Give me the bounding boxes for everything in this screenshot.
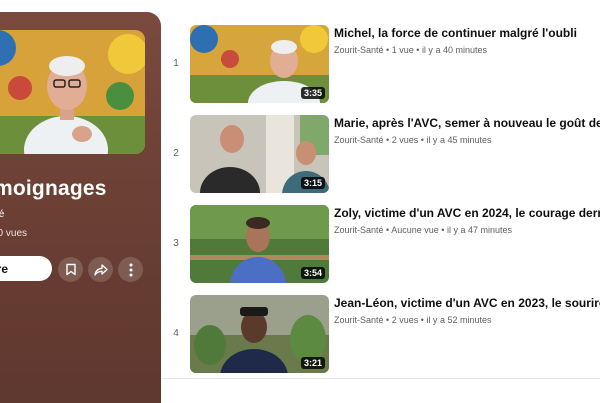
video-index: 4	[173, 328, 179, 339]
meta-separator: •	[386, 45, 390, 55]
share-playlist-button[interactable]	[88, 257, 113, 282]
video-title[interactable]: Zoly, victime d'un AVC en 2024, le coura…	[334, 205, 600, 221]
video-meta: Zourit-Santé • 2 vues • il y a 45 minute…	[334, 135, 491, 145]
video-index: 3	[173, 238, 179, 249]
video-index: 1	[173, 58, 179, 69]
meta-separator: •	[386, 225, 390, 235]
playlist-title: moignages	[0, 177, 107, 200]
video-age: il y a 52 minutes	[426, 315, 492, 325]
video-views: 2 vues	[391, 135, 419, 145]
meta-separator: •	[441, 225, 445, 235]
playlist-thumbnail[interactable]	[0, 30, 145, 154]
video-thumbnail[interactable]: 3:54	[190, 205, 329, 283]
bookmark-icon	[65, 263, 76, 276]
playlist-video-item[interactable]: 3 3:54 Zoly, victime d'un AVC en 2024, l…	[162, 205, 600, 287]
list-divider	[162, 378, 600, 379]
video-views: 2 vues	[391, 315, 419, 325]
video-title[interactable]: Michel, la force de continuer malgré l'o…	[334, 25, 600, 41]
video-meta: Zourit-Santé • Aucune vue • il y a 47 mi…	[334, 225, 512, 235]
playlist-header-panel: moignages té 10 vues lire	[0, 12, 161, 403]
playlist-more-button[interactable]	[118, 257, 143, 282]
play-all-label: lire	[0, 261, 8, 276]
video-duration: 3:15	[300, 177, 325, 189]
playlist-video-item[interactable]: 1 3:35 Michel, la force de continuer mal…	[162, 25, 600, 107]
playlist-thumbnail-image	[0, 30, 145, 154]
video-duration: 3:35	[300, 87, 325, 99]
video-channel[interactable]: Zourit-Santé	[334, 135, 384, 145]
meta-separator: •	[386, 135, 390, 145]
video-channel[interactable]: Zourit-Santé	[334, 315, 384, 325]
playlist-video-item[interactable]: 4 3:21 Jean-Léon, victime d'un AVC en 20…	[162, 295, 600, 377]
video-age: il y a 40 minutes	[421, 45, 487, 55]
more-icon	[129, 263, 132, 276]
video-thumbnail[interactable]: 3:35	[190, 25, 329, 103]
meta-separator: •	[420, 315, 424, 325]
video-duration: 3:21	[300, 357, 325, 369]
video-channel[interactable]: Zourit-Santé	[334, 45, 384, 55]
video-meta: Zourit-Santé • 2 vues • il y a 52 minute…	[334, 315, 491, 325]
meta-separator: •	[386, 315, 390, 325]
playlist-stats: 10 vues	[0, 228, 28, 239]
save-playlist-button[interactable]	[58, 257, 83, 282]
meta-separator: •	[420, 135, 424, 145]
video-views: 1 vue	[391, 45, 414, 55]
video-views: Aucune vue	[391, 225, 439, 235]
playlist-channel[interactable]: té	[0, 209, 4, 220]
video-title[interactable]: Jean-Léon, victime d'un AVC en 2023, le …	[334, 295, 600, 311]
playlist-video-item[interactable]: 2 3:15 Marie, après l'AVC, semer à nouve…	[162, 115, 600, 197]
video-meta: Zourit-Santé • 1 vue • il y a 40 minutes	[334, 45, 487, 55]
video-thumbnail[interactable]: 3:21	[190, 295, 329, 373]
share-icon	[93, 263, 108, 276]
meta-separator: •	[416, 45, 420, 55]
video-age: il y a 47 minutes	[446, 225, 512, 235]
video-channel[interactable]: Zourit-Santé	[334, 225, 384, 235]
video-duration: 3:54	[300, 267, 325, 279]
video-index: 2	[173, 148, 179, 159]
play-all-button[interactable]: lire	[0, 256, 52, 281]
video-title[interactable]: Marie, après l'AVC, semer à nouveau le g…	[334, 115, 600, 131]
video-thumbnail[interactable]: 3:15	[190, 115, 329, 193]
video-age: il y a 45 minutes	[426, 135, 492, 145]
